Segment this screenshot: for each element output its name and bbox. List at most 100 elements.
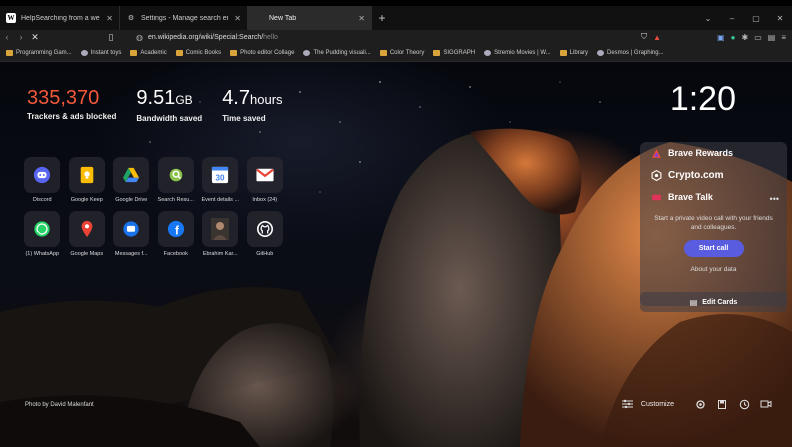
customize-button[interactable]: Customize (621, 399, 674, 409)
folder-icon (230, 49, 238, 56)
site-favicon-icon (303, 49, 311, 56)
new-tab-button[interactable]: + (372, 11, 392, 25)
top-site-tile[interactable]: Google Keep (65, 157, 110, 203)
crypto-card[interactable]: Crypto.com (640, 164, 787, 186)
brave-rewards-card[interactable]: Brave Rewards (640, 142, 787, 164)
window-controls: ⌄ – ▢ ✕ (696, 6, 792, 30)
brave-talk-video-icon[interactable] (760, 398, 772, 410)
drive-icon (113, 157, 150, 193)
top-site-tile[interactable]: f Facebook (154, 211, 199, 257)
close-icon[interactable]: ✕ (106, 14, 113, 23)
tab-settings[interactable]: ⚙ Settings - Manage search engines and ✕ (120, 6, 248, 30)
top-site-tile[interactable]: Discord (20, 157, 65, 203)
github-icon (246, 211, 283, 247)
time-label: Time saved (222, 114, 266, 123)
bookmark-item[interactable]: The Pudding visuali... (303, 49, 371, 56)
top-site-tile[interactable]: Search Resu... (154, 157, 199, 203)
close-window-icon[interactable]: ✕ (768, 14, 792, 23)
bookmark-label: Comic Books (185, 49, 222, 56)
sidebar-icon[interactable]: ▭ (754, 33, 762, 42)
close-icon[interactable]: ✕ (358, 14, 365, 23)
keep-icon (68, 157, 105, 193)
bookmark-item[interactable]: SIGGRAPH (433, 49, 476, 56)
tab-new-tab[interactable]: New Tab ✕ (248, 6, 372, 30)
stat-trackers: 335,370 Trackers & ads blocked (27, 86, 116, 123)
menu-icon[interactable]: ≡ (781, 33, 786, 42)
search-results-icon (157, 157, 194, 193)
top-site-tile[interactable]: Google Drive (109, 157, 154, 203)
site-favicon-icon (597, 49, 604, 56)
bookmark-item[interactable]: Desmos | Graphing... (597, 49, 664, 56)
grammarly-icon[interactable]: ● (731, 33, 736, 42)
bookmark-item[interactable]: Library (559, 49, 588, 56)
bookmark-icon[interactable]: ▯ (104, 32, 118, 43)
brave-talk-icon (651, 192, 662, 203)
facebook-icon: f (157, 211, 194, 247)
brave-talk-card-header: Brave Talk (640, 186, 787, 208)
bookmarks-icon[interactable] (716, 398, 728, 410)
close-icon[interactable]: ✕ (234, 14, 241, 23)
folder-icon (379, 49, 387, 56)
bookmark-item[interactable]: Comic Books (175, 49, 222, 56)
site-favicon-icon (80, 49, 88, 56)
bookmark-item[interactable]: Photo editor Collage (230, 49, 295, 56)
brave-shields-icon[interactable]: ⛉ (641, 32, 647, 42)
top-site-name: Event details ... (201, 197, 240, 203)
edit-cards-icon: ▤ (689, 297, 698, 307)
globe-icon: ◍ (136, 32, 143, 42)
bookmark-item[interactable]: Academic (130, 49, 167, 56)
stop-icon[interactable]: ✕ (28, 32, 42, 43)
brave-rewards-icon[interactable]: ▲ (653, 33, 661, 42)
new-tab-page: 335,370 Trackers & ads blocked 9.51GB Ba… (0, 62, 792, 447)
bookmark-label: Photo editor Collage (240, 49, 295, 56)
top-sites-grid: Discord Google Keep Google Drive Search Res… (20, 157, 287, 257)
top-site-tile[interactable]: 30 Event details ... (198, 157, 243, 203)
bookmark-label: Stremio Movies | W... (494, 49, 551, 56)
bookmark-item[interactable]: Color Theory (379, 49, 424, 56)
top-site-tile[interactable]: Messages f... (109, 211, 154, 257)
svg-text:30: 30 (216, 173, 225, 182)
back-icon[interactable]: ‹ (0, 32, 14, 42)
top-site-tile[interactable]: Inbox (24) (243, 157, 288, 203)
wallet-icon[interactable]: ▤ (768, 33, 776, 42)
about-your-data-link[interactable]: About your data (640, 266, 787, 273)
bookmark-item[interactable]: Instant toys (80, 49, 122, 56)
top-site-name: Ebrahim Kar... (202, 251, 238, 257)
photo-credit: Photo by David Malenfant (25, 402, 94, 408)
extension-icon[interactable]: ▣ (717, 33, 725, 42)
maximize-icon[interactable]: ▢ (744, 14, 768, 23)
bookmark-label: Library (569, 49, 588, 56)
edit-cards-button[interactable]: ▤ Edit Cards (640, 292, 787, 312)
messages-icon (113, 211, 150, 247)
tab-title: New Tab (269, 14, 297, 22)
top-site-name: Google Drive (115, 197, 148, 203)
top-site-tile[interactable]: Ebrahim Kar... (198, 211, 243, 257)
stat-bandwidth: 9.51GB Bandwidth saved (136, 86, 202, 123)
bookmark-item[interactable]: Stremio Movies | W... (484, 49, 551, 56)
settings-icon[interactable] (694, 398, 706, 410)
top-site-name: GitHub (256, 251, 274, 257)
brave-talk-description: Start a private video call with your fri… (654, 215, 773, 231)
clock: 1:20 (669, 80, 736, 118)
bookmarks-bar: Programming Gam... Instant toys Academic Co… (0, 44, 792, 62)
top-site-tile[interactable]: (1) WhatsApp (20, 211, 65, 257)
tab-list-chevron-icon[interactable]: ⌄ (696, 14, 720, 23)
forward-icon[interactable]: › (14, 32, 28, 42)
calendar-icon: 30 (202, 157, 239, 193)
extensions-puzzle-icon[interactable]: ✱ (742, 33, 749, 42)
top-site-tile[interactable]: GitHub (243, 211, 288, 257)
bandwidth-label: Bandwidth saved (136, 114, 203, 123)
bookmark-item[interactable]: Programming Gam... (6, 49, 72, 56)
whatsapp-icon (24, 211, 61, 247)
maps-icon (68, 211, 105, 247)
bookmark-label: SIGGRAPH (443, 49, 476, 56)
minimize-icon[interactable]: – (720, 14, 744, 23)
more-options-icon[interactable]: ••• (770, 194, 779, 204)
history-icon[interactable] (738, 398, 750, 410)
tab-wikipedia[interactable]: W HelpSearching from a web browser - ✕ (0, 6, 120, 30)
bookmark-label: Instant toys (90, 49, 122, 56)
start-call-button[interactable]: Start call (683, 240, 744, 257)
address-bar[interactable]: ◍ en.wikipedia.org/wiki/Special:Search/h… (136, 30, 628, 44)
folder-icon (175, 49, 183, 56)
top-site-tile[interactable]: Google Maps (65, 211, 110, 257)
